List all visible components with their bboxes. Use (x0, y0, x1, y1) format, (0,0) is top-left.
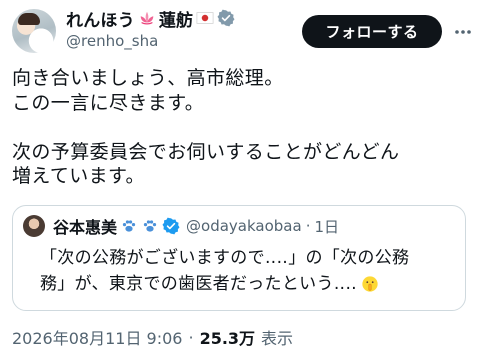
quoted-header: 谷本惠美 @odayakaobaa · 1日 (53, 214, 339, 238)
quoted-line: 務」が、東京での歯医者だったという‥‥ (40, 273, 358, 294)
tweet-line: この一言に尽きます。 (12, 91, 205, 114)
tweet-text: 向き合いましょう、高市総理。 この一言に尽きます。 次の予算委員会でお伺いするこ… (12, 66, 472, 189)
more-options-icon[interactable] (453, 22, 473, 42)
views-count[interactable]: 25.3万 (200, 325, 255, 349)
tweet-timestamp[interactable]: 2026年08月11日 9:06 (12, 325, 182, 349)
quoted-line: 「次の公務がございますので‥‥」の「次の公務 (40, 248, 410, 268)
views-label: 表示 (261, 329, 294, 348)
paw-prints-icon (143, 220, 157, 232)
quoted-handle[interactable]: @odayakaobaa (186, 217, 302, 235)
paw-prints-icon (122, 220, 136, 232)
tweet-paragraph-gap (12, 115, 472, 140)
author-handle[interactable]: @renho_sha (66, 32, 158, 50)
author-avatar[interactable] (12, 9, 56, 53)
quoted-time[interactable]: 1日 (314, 216, 339, 237)
japan-flag-icon (196, 12, 214, 24)
quoted-line-row: 務」が、東京での歯医者だったという‥‥ (40, 271, 460, 296)
verified-badge-icon (162, 217, 180, 235)
tweet-footer: 2026年08月11日 9:06 · 25.3万 表示 (12, 325, 293, 349)
quoted-text: 「次の公務がございますので‥‥」の「次の公務 務」が、東京での歯医者だったという… (40, 246, 460, 296)
footer-separator: · (188, 327, 194, 347)
author-name-row[interactable]: れんほう 蓮舫 (66, 6, 235, 31)
follow-button[interactable]: フォローする (302, 15, 442, 48)
shushing-face-icon (362, 275, 378, 292)
lotus-icon (140, 11, 154, 25)
tweet-line: 増えています。 (12, 165, 145, 187)
quoted-display-name[interactable]: 谷本惠美 (53, 214, 117, 238)
author-display-name-kanji[interactable]: 蓮舫 (159, 6, 193, 31)
tweet: れんほう 蓮舫 @renho_sha フォローする 向き合いましょう、高市総理。… (0, 0, 480, 358)
author-display-name[interactable]: れんほう (66, 6, 135, 31)
quoted-tweet[interactable]: 谷本惠美 @odayakaobaa · 1日 「次の公務がございますので‥‥」の… (12, 205, 466, 311)
verified-badge-icon (217, 9, 235, 27)
quoted-author-avatar[interactable] (23, 215, 45, 237)
tweet-line: 向き合いましょう、高市総理。 (12, 67, 284, 89)
quoted-separator: · (305, 217, 311, 235)
tweet-line: 次の予算委員会でお伺いすることがどんどん (12, 140, 400, 163)
